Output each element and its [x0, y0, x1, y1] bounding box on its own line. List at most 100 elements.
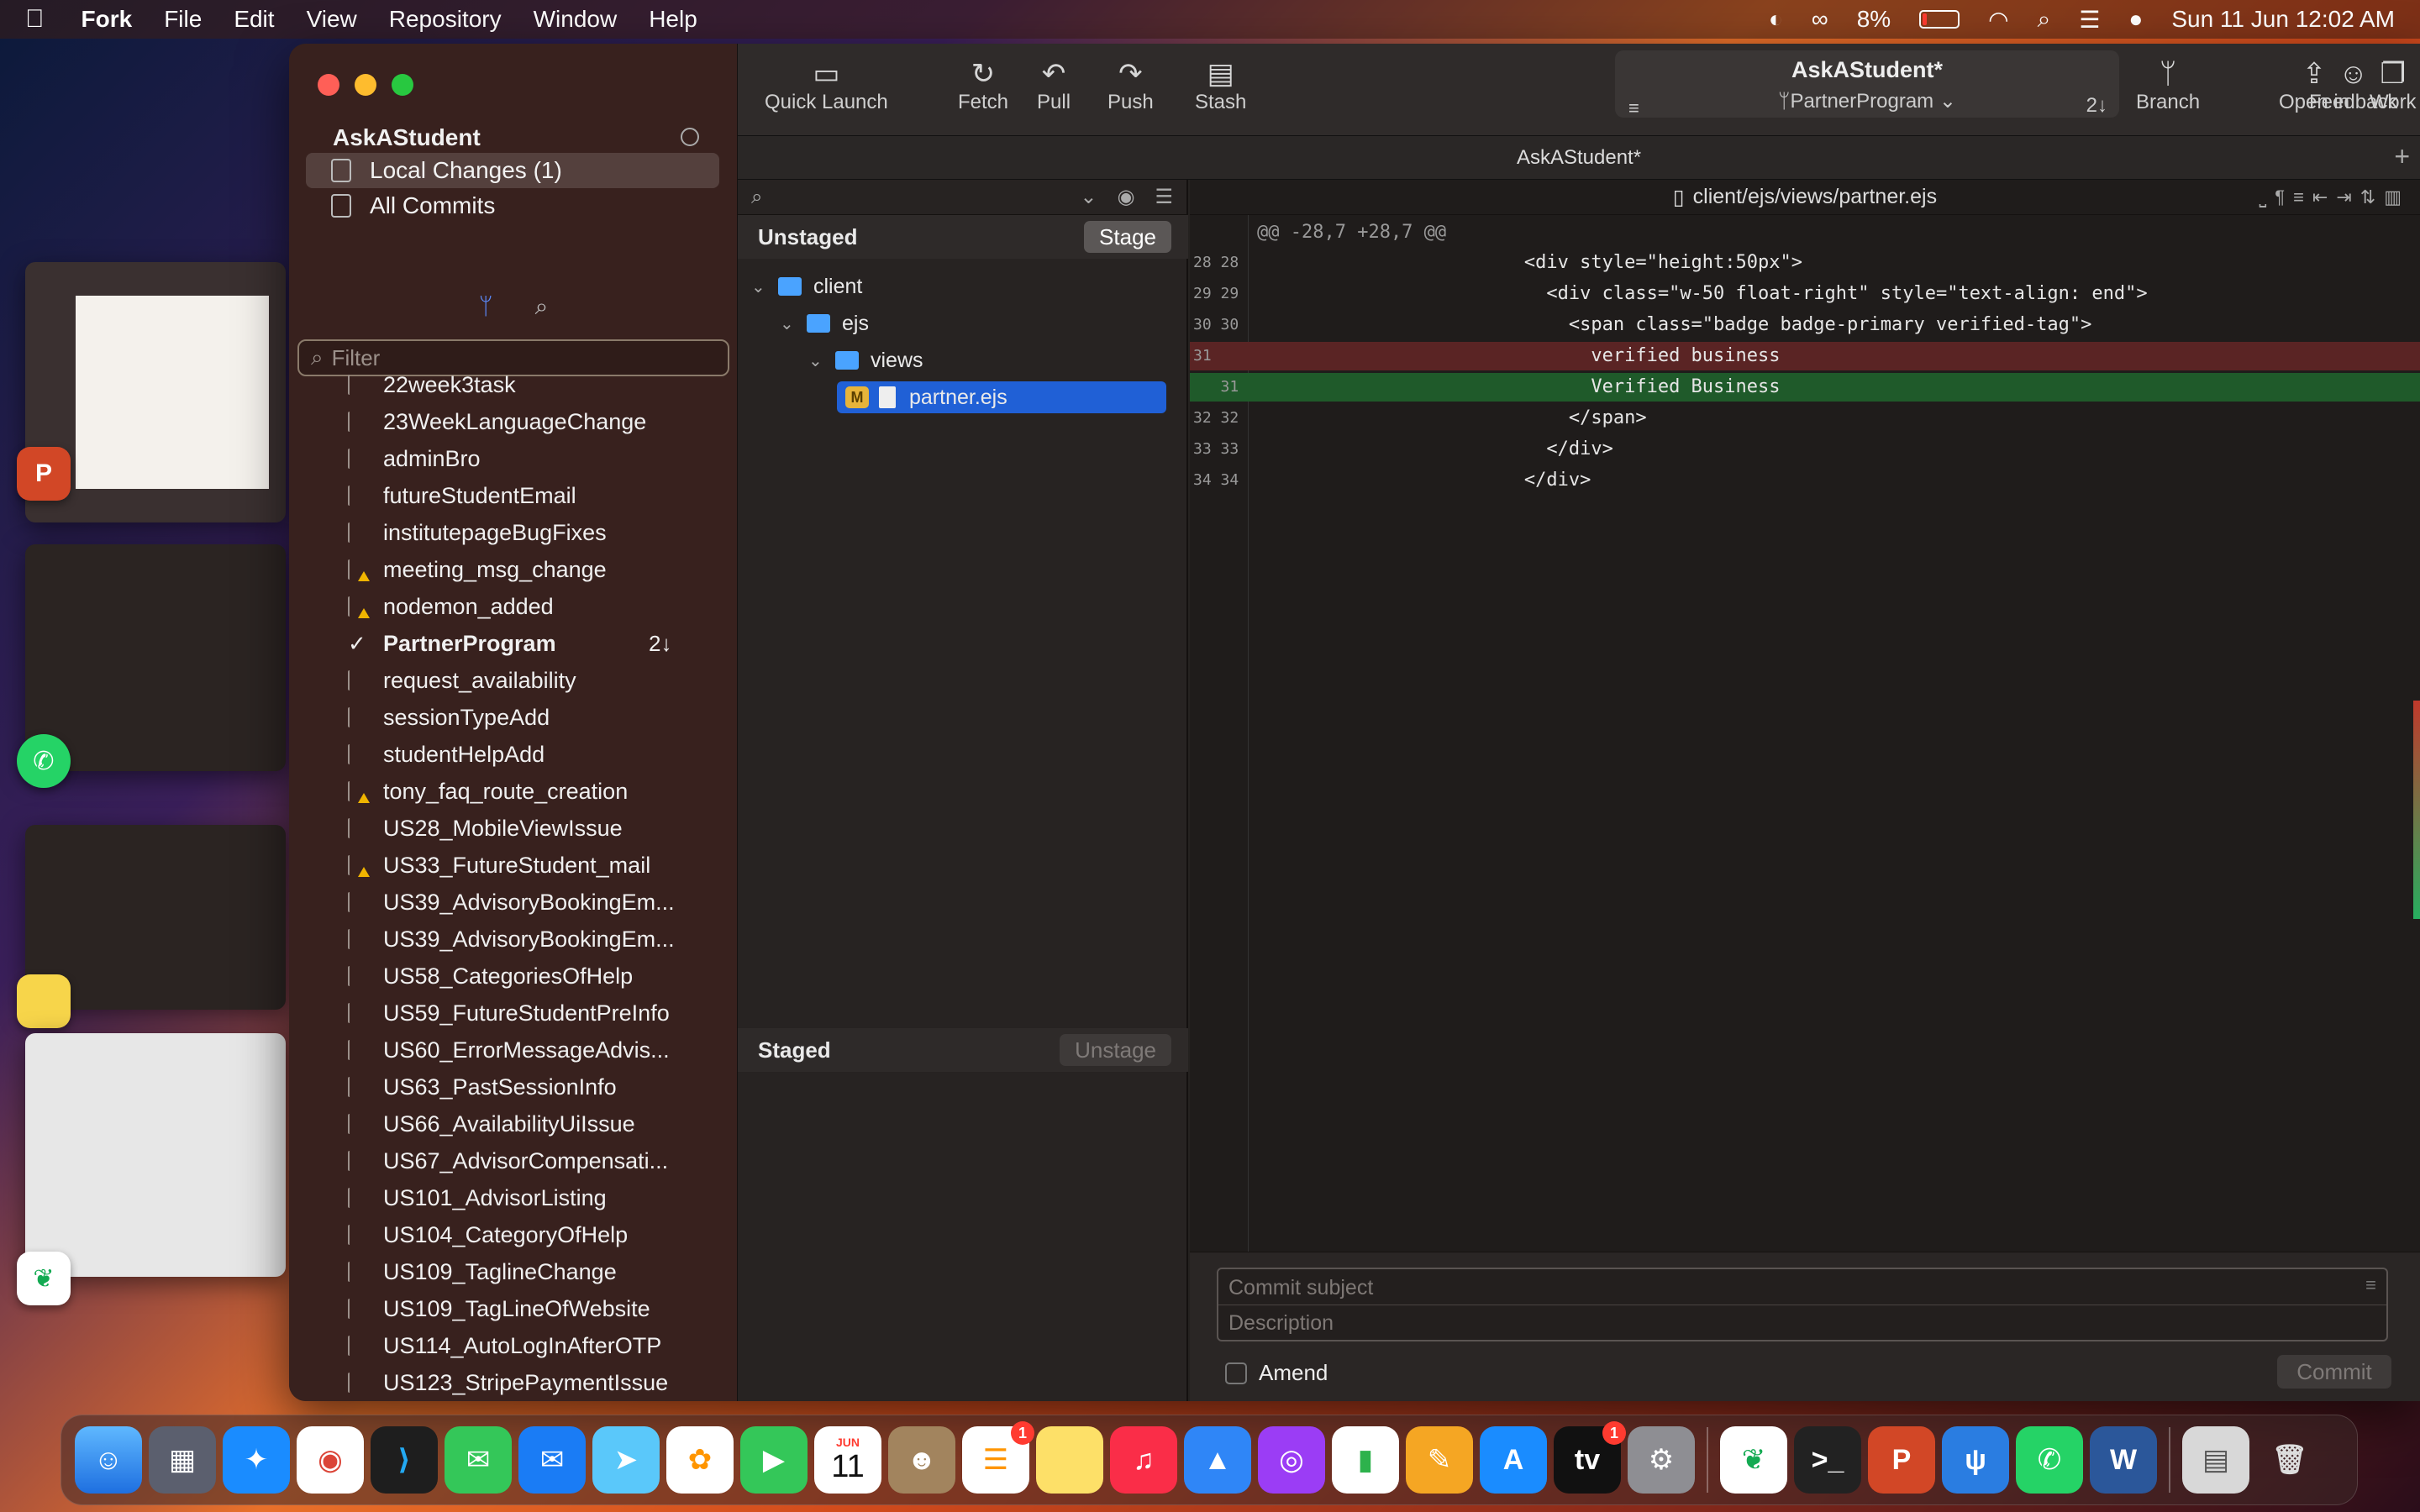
- pages-dock-icon[interactable]: ✎: [1406, 1426, 1473, 1494]
- branch-item[interactable]: request_availability: [289, 662, 738, 699]
- branch-item[interactable]: tony_faq_route_creation: [289, 773, 738, 810]
- branch-item[interactable]: US28_MobileViewIssue: [289, 810, 738, 847]
- pull-button[interactable]: ↶ Pull: [1037, 57, 1071, 114]
- feedback-button[interactable]: ☺ Feedback: [2309, 57, 2397, 114]
- spotlight-search-icon[interactable]: ⌕: [2038, 6, 2051, 34]
- menu-repository[interactable]: Repository: [389, 6, 502, 33]
- new-tab-icon[interactable]: +: [2394, 141, 2410, 172]
- commit-button[interactable]: Commit: [2277, 1355, 2391, 1389]
- branch-item[interactable]: US59_FutureStudentPreInfo: [289, 995, 738, 1032]
- fork-dock-icon[interactable]: ψ: [1942, 1426, 2009, 1494]
- creative-cloud-icon[interactable]: ∞: [1812, 6, 1828, 33]
- menu-edit[interactable]: Edit: [234, 6, 274, 33]
- commit-templates-icon[interactable]: ≡: [2365, 1274, 2376, 1296]
- close-window-button[interactable]: [318, 74, 339, 96]
- search-tab-icon[interactable]: ⌕: [535, 293, 549, 321]
- folder-row[interactable]: ⌄ client: [751, 270, 1166, 302]
- chrome-dock-icon[interactable]: ◉: [297, 1426, 364, 1494]
- terminal-dock-icon[interactable]: >_: [1794, 1426, 1861, 1494]
- whatsapp-app-icon[interactable]: ✆: [17, 734, 71, 788]
- notes-app-icon[interactable]: [17, 974, 71, 1028]
- calendar-dock-icon[interactable]: JUN 11: [814, 1426, 881, 1494]
- branch-item[interactable]: studentHelpAdd: [289, 736, 738, 773]
- branch-item[interactable]: US60_ErrorMessageAdvis...: [289, 1032, 738, 1068]
- branch-item[interactable]: futureStudentEmail: [289, 477, 738, 514]
- diff-line-removed[interactable]: 31 verified business: [1190, 342, 2420, 370]
- repository-branch-selector[interactable]: ≡ AskAStudent* ᛘPartnerProgram ⌄ 2↓: [1615, 50, 2119, 118]
- battery-icon[interactable]: [1919, 10, 1960, 29]
- push-button[interactable]: ↷ Push: [1107, 57, 1154, 114]
- branch-item[interactable]: meeting_msg_change: [289, 551, 738, 588]
- commit-subject-input[interactable]: Commit subject: [1228, 1276, 1373, 1300]
- photos-dock-icon[interactable]: ✿: [666, 1426, 734, 1494]
- documents-stack-dock-icon[interactable]: ▤: [2182, 1426, 2249, 1494]
- branch-item[interactable]: US114_AutoLogInAfterOTP: [289, 1327, 738, 1364]
- diff-line-added[interactable]: 31 Verified Business: [1190, 373, 2420, 402]
- branch-item[interactable]: US33_FutureStudent_mail: [289, 847, 738, 884]
- diff-line[interactable]: 30 30 <span class="badge badge-primary v…: [1190, 311, 2420, 339]
- finder-dock-icon[interactable]: ☺: [75, 1426, 142, 1494]
- branch-item[interactable]: US58_CategoriesOfHelp: [289, 958, 738, 995]
- launchpad-dock-icon[interactable]: ▦: [149, 1426, 216, 1494]
- messages-dock-icon[interactable]: ✉: [445, 1426, 512, 1494]
- branch-item[interactable]: US39_AdvisoryBookingEm...: [289, 884, 738, 921]
- word-dock-icon[interactable]: W: [2090, 1426, 2157, 1494]
- branch-item[interactable]: nodemon_added: [289, 588, 738, 625]
- apple-tv-dock-icon[interactable]: tv 1: [1554, 1421, 1626, 1494]
- branch-item[interactable]: US67_AdvisorCompensati...: [289, 1142, 738, 1179]
- current-branch-label[interactable]: ᛘPartnerProgram ⌄: [1615, 89, 2119, 113]
- branch-item[interactable]: US39_AdvisoryBookingEm...: [289, 921, 738, 958]
- control-center-icon[interactable]: ☰: [2079, 6, 2100, 34]
- numbers-dock-icon[interactable]: ▮: [1332, 1426, 1399, 1494]
- contacts-dock-icon[interactable]: ☻: [888, 1426, 955, 1494]
- diff-line[interactable]: 32 32 </span>: [1190, 404, 2420, 433]
- vscode-dock-icon[interactable]: ⟩: [371, 1426, 438, 1494]
- clock[interactable]: Sun 11 Jun 12:02 AM: [2171, 6, 2395, 33]
- menu-help[interactable]: Help: [649, 6, 697, 33]
- amend-checkbox[interactable]: Amend: [1225, 1360, 1328, 1386]
- diff-line[interactable]: 29 29 <div class="w-50 float-right" styl…: [1190, 280, 2420, 308]
- commit-description-input[interactable]: Description: [1228, 1311, 1334, 1336]
- diff-line[interactable]: 33 33 </div>: [1190, 435, 2420, 464]
- reminders-dock-icon[interactable]: ☰ 1: [962, 1421, 1034, 1494]
- music-dock-icon[interactable]: ♫: [1110, 1426, 1177, 1494]
- chevron-down-icon[interactable]: ⌄: [751, 276, 770, 297]
- folder-row[interactable]: ⌄ ejs: [780, 307, 1166, 339]
- chevron-down-icon[interactable]: ⌄: [808, 350, 827, 371]
- branch-item[interactable]: 22week3task: [289, 366, 738, 403]
- search-icon[interactable]: ⌕: [751, 186, 762, 209]
- commit-message-box[interactable]: Commit subject Description ≡: [1217, 1268, 2388, 1341]
- branch-item[interactable]: US101_AdvisorListing: [289, 1179, 738, 1216]
- quick-launch-button[interactable]: ▭ Quick Launch: [765, 57, 888, 114]
- whatsapp-dock-icon[interactable]: ✆: [2016, 1426, 2083, 1494]
- podcasts-dock-icon[interactable]: ◎: [1258, 1426, 1325, 1494]
- siri-icon[interactable]: ●: [2128, 6, 2143, 33]
- collapse-repo-icon[interactable]: [681, 128, 699, 146]
- diff-options-icons[interactable]: ⎵¶≡⇤⇥⇅▥: [2259, 186, 2410, 208]
- app-status-icon[interactable]: ◐: [1769, 6, 1783, 33]
- facetime-dock-icon[interactable]: ▶: [740, 1426, 808, 1494]
- system-settings-dock-icon[interactable]: ⚙: [1628, 1426, 1695, 1494]
- fetch-button[interactable]: ↻ Fetch: [958, 57, 1008, 114]
- amend-checkbox-box[interactable]: [1225, 1362, 1247, 1384]
- branch-item[interactable]: US104_CategoryOfHelp: [289, 1216, 738, 1253]
- keynote-dock-icon[interactable]: ▲: [1184, 1426, 1251, 1494]
- menu-view[interactable]: View: [307, 6, 357, 33]
- mongodb-compass-dock-icon[interactable]: ❦: [1720, 1426, 1787, 1494]
- branches-tab-icon[interactable]: ᛘ: [479, 293, 493, 320]
- wifi-icon[interactable]: ◠: [1988, 6, 2008, 34]
- branch-item[interactable]: institutepageBugFixes: [289, 514, 738, 551]
- nav-all-commits[interactable]: All Commits: [306, 188, 719, 223]
- mongodb-compass-app-icon[interactable]: ❦: [17, 1252, 71, 1305]
- minimize-window-button[interactable]: [355, 74, 376, 96]
- safari-dock-icon[interactable]: ✦: [223, 1426, 290, 1494]
- branch-item[interactable]: US63_PastSessionInfo: [289, 1068, 738, 1105]
- stage-button[interactable]: Stage: [1084, 221, 1171, 253]
- app-store-dock-icon[interactable]: A: [1480, 1426, 1547, 1494]
- powerpoint-app-icon[interactable]: P: [17, 447, 71, 501]
- branch-item[interactable]: sessionTypeAdd: [289, 699, 738, 736]
- zoom-window-button[interactable]: [392, 74, 413, 96]
- unstage-button[interactable]: Unstage: [1060, 1034, 1171, 1066]
- nav-local-changes[interactable]: Local Changes (1): [306, 153, 719, 188]
- menu-window[interactable]: Window: [534, 6, 618, 33]
